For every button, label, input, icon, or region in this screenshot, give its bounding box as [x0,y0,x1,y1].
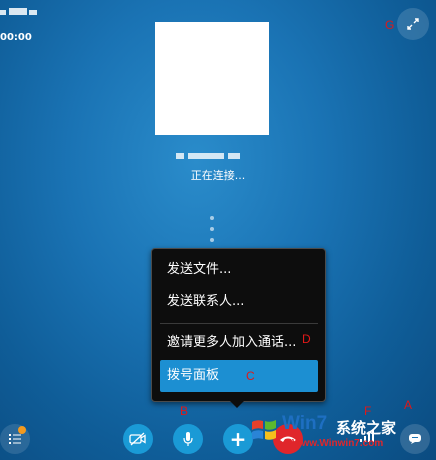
menu-item-dialpad[interactable]: 拨号面板 [160,360,318,392]
annotation-d: D [302,332,311,346]
watermark-suffix: 系统之家 [336,420,397,437]
windows-logo-icon [252,420,276,440]
loading-dots [210,216,214,249]
fullscreen-button[interactable] [397,8,429,40]
microphone-icon [183,432,193,446]
list-icon [9,434,21,444]
contact-avatar [155,22,269,135]
call-status: 正在连接... [190,169,246,182]
annotation-b: B [180,404,189,418]
caller-name-redacted [176,150,242,162]
mute-button[interactable] [173,424,203,454]
menu-pointer [228,399,246,408]
fullscreen-icon [407,18,419,30]
call-title-redacted [0,6,38,20]
menu-item-send-contact[interactable]: 发送联系人... [160,291,318,313]
annotation-g: G [385,18,395,32]
add-icon: + [229,427,247,451]
more-options-menu: 发送文件... 发送联系人... 邀请更多人加入通话... 拨号面板 D C [151,248,326,402]
call-timer: 00:00 [0,32,32,43]
video-off-icon [129,432,146,446]
menu-item-invite-more[interactable]: 邀请更多人加入通话... [160,332,318,354]
watermark-brand: Win7 [282,413,328,434]
video-toggle-button[interactable] [123,424,153,454]
watermark: Win7 系统之家 Www.Winwin7.com [248,410,436,460]
menu-divider [160,323,318,324]
menu-item-send-file[interactable]: 发送文件... [160,259,318,281]
watermark-url: Www.Winwin7.com [292,438,384,449]
annotation-c: C [246,369,255,383]
call-menu-button[interactable] [0,424,30,454]
notification-badge [18,426,26,434]
skype-call-window: 00:00 G 正在连接... 发送文件... 发送联系人... 邀请更多人加入… [0,0,436,460]
